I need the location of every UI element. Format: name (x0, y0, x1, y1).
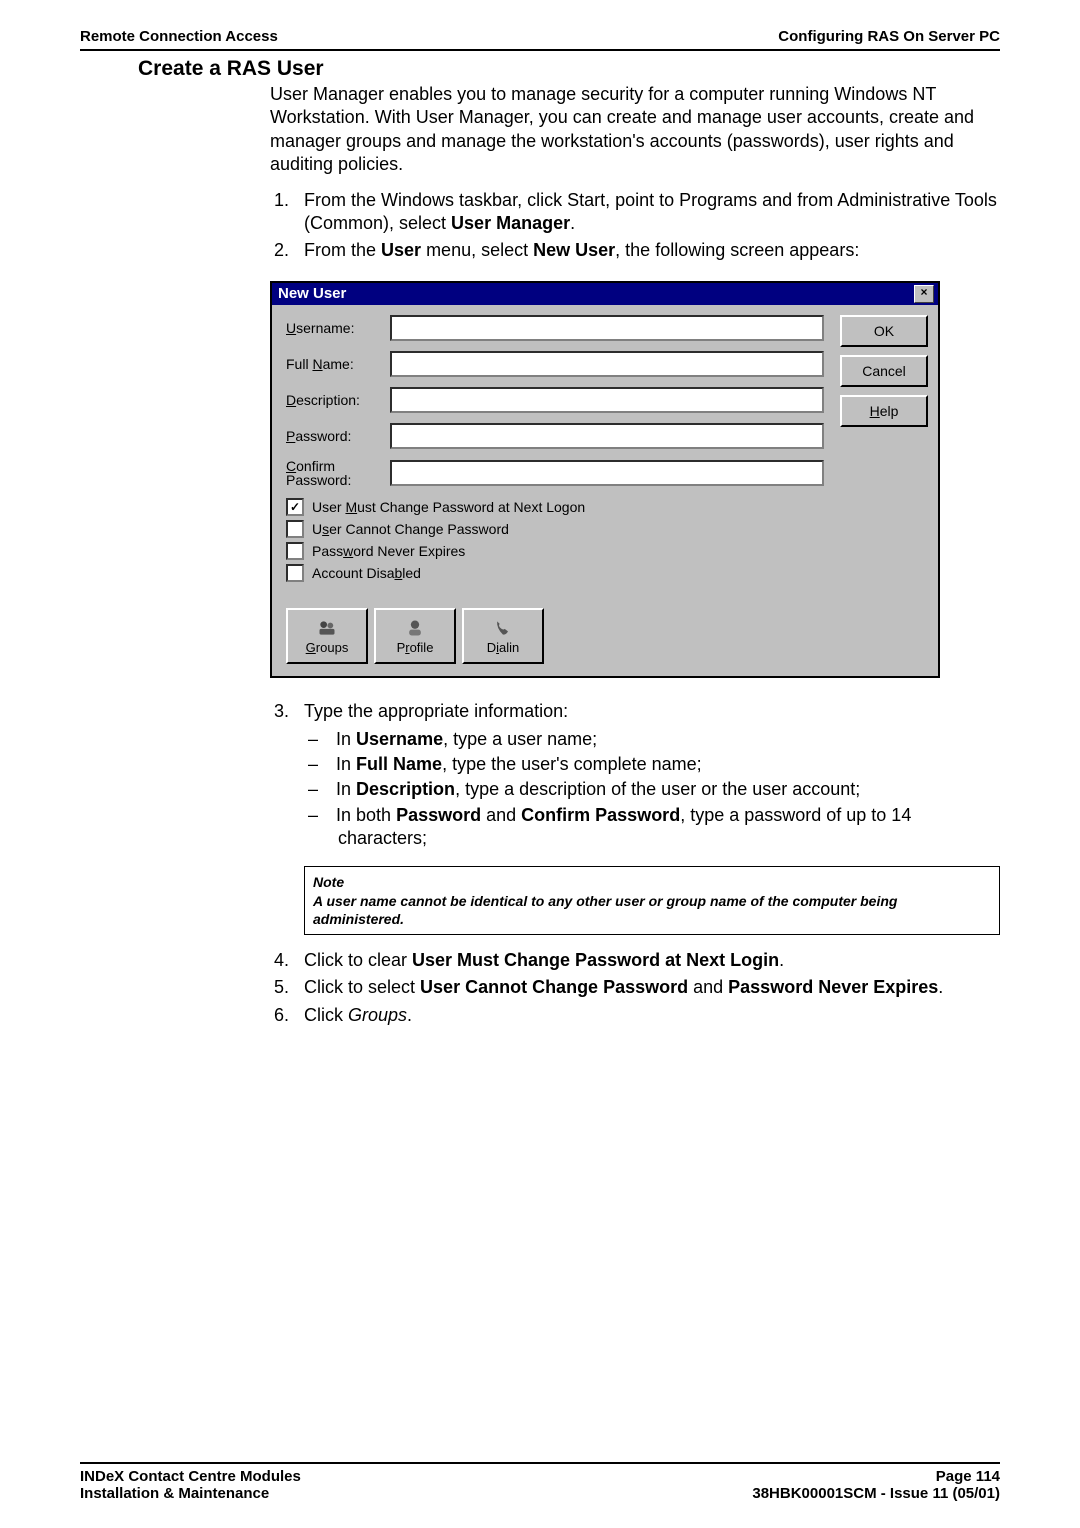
footer-left: INDeX Contact Centre Modules Installatio… (80, 1468, 301, 1502)
help-button[interactable]: Help (840, 395, 928, 427)
username-label: Username: (286, 320, 390, 336)
step-6: Click Groups. (294, 1004, 1000, 1027)
step-3: Type the appropriate information: In Use… (294, 700, 1000, 935)
confirm-password-label: ConfirmPassword: (286, 459, 390, 488)
bullet-description: In Description, type a description of th… (338, 778, 1000, 801)
header-right: Configuring RAS On Server PC (778, 28, 1000, 45)
password-field[interactable] (390, 423, 824, 449)
fullname-field[interactable] (390, 351, 824, 377)
fullname-label: Full Name: (286, 356, 390, 372)
checkbox-must-change-label: User Must Change Password at Next Logon (312, 499, 585, 515)
checkbox-never-expires-label: Password Never Expires (312, 543, 465, 559)
footer-right: Page 114 38HBK00001SCM - Issue 11 (05/01… (752, 1468, 1000, 1502)
description-field[interactable] (390, 387, 824, 413)
dialin-icon (492, 618, 514, 638)
step-1: From the Windows taskbar, click Start, p… (294, 189, 1000, 236)
step-5: Click to select User Cannot Change Passw… (294, 976, 1000, 999)
close-icon[interactable]: × (914, 285, 934, 303)
note-box: Note A user name cannot be identical to … (304, 866, 1000, 935)
dialin-button[interactable]: Dialin (462, 608, 544, 664)
checkbox-must-change[interactable] (286, 498, 304, 516)
dialog-title: New User (278, 285, 346, 302)
dialog-titlebar: New User × (272, 283, 938, 305)
password-label: Password: (286, 428, 390, 444)
checkbox-never-expires[interactable] (286, 542, 304, 560)
groups-button[interactable]: Groups (286, 608, 368, 664)
username-field[interactable] (390, 315, 824, 341)
cancel-button[interactable]: Cancel (840, 355, 928, 387)
profile-icon (404, 618, 426, 638)
step-4: Click to clear User Must Change Password… (294, 949, 1000, 972)
bullet-password: In both Password and Confirm Password, t… (338, 804, 1000, 851)
checkbox-disabled-label: Account Disabled (312, 565, 421, 581)
section-title: Create a RAS User (138, 57, 1000, 81)
ok-button[interactable]: OK (840, 315, 928, 347)
checkbox-cannot-change[interactable] (286, 520, 304, 538)
intro-paragraph: User Manager enables you to manage secur… (270, 83, 1000, 177)
bullet-username: In Username, type a user name; (338, 728, 1000, 751)
confirm-password-field[interactable] (390, 460, 824, 486)
checkbox-cannot-change-label: User Cannot Change Password (312, 521, 509, 537)
description-label: Description: (286, 392, 390, 408)
step-2: From the User menu, select New User, the… (294, 239, 1000, 262)
profile-button[interactable]: Profile (374, 608, 456, 664)
groups-icon (316, 618, 338, 638)
new-user-dialog: New User × OK Cancel Help Username: Full… (270, 281, 940, 678)
bullet-fullname: In Full Name, type the user's complete n… (338, 753, 1000, 776)
checkbox-disabled[interactable] (286, 564, 304, 582)
header-left: Remote Connection Access (80, 28, 278, 45)
